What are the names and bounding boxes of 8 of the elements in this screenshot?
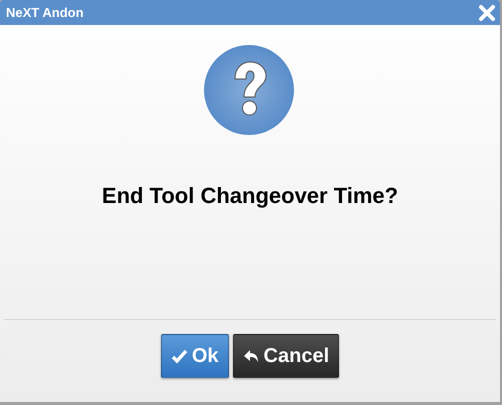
close-icon[interactable] — [478, 4, 496, 22]
window-title: NeXT Andon — [6, 4, 84, 22]
cancel-button[interactable]: Cancel — [232, 334, 340, 378]
ok-button[interactable]: Ok — [160, 334, 229, 378]
check-icon — [170, 348, 188, 364]
dialog-message: End Tool Changeover Time? — [102, 182, 398, 210]
reply-arrow-icon — [242, 348, 260, 364]
question-icon — [204, 45, 296, 137]
